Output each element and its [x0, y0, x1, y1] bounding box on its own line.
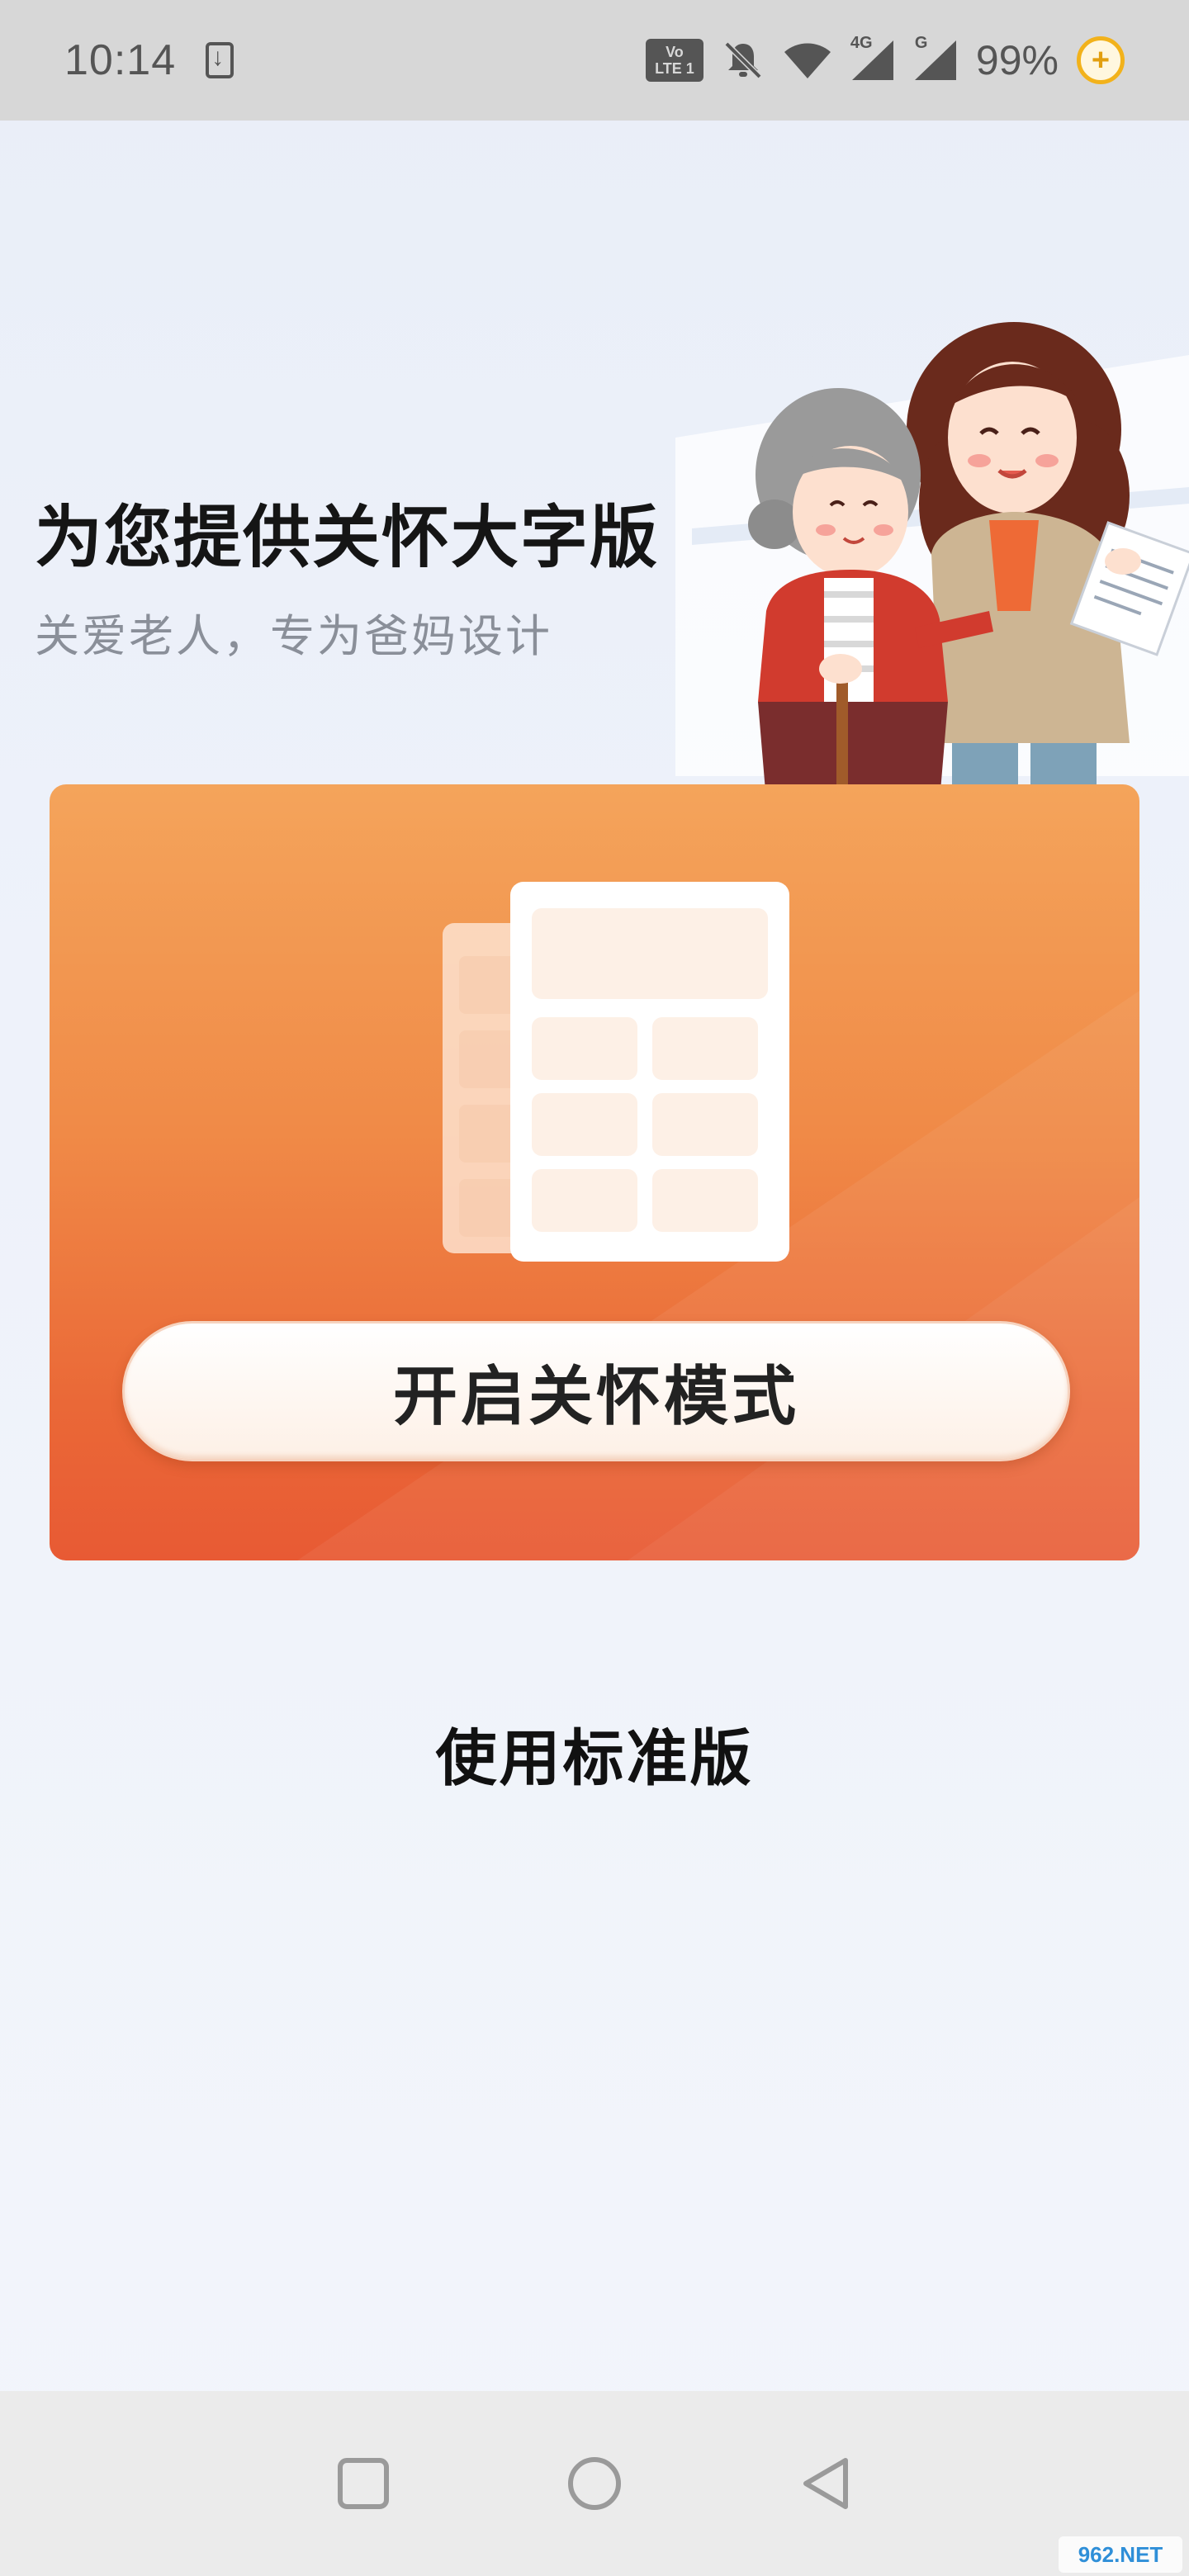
use-standard-version-link[interactable]: 使用标准版 — [0, 1709, 1189, 1797]
back-button[interactable] — [793, 2451, 859, 2517]
recent-apps-button[interactable] — [330, 2451, 396, 2517]
status-icons: Vo LTE 1 4G G 99% + — [645, 34, 1125, 84]
signal-icon: 4G — [850, 34, 895, 82]
large-text-layout-icon — [443, 882, 789, 1262]
watermark-logo: 962.NET — [1059, 2536, 1182, 2573]
wifi-icon — [783, 40, 832, 80]
triangle-back-icon — [803, 2458, 848, 2509]
home-button[interactable] — [561, 2451, 628, 2517]
elderly-care-illustration — [675, 322, 1189, 801]
care-mode-card: 开启关怀模式 — [50, 784, 1139, 1560]
system-nav-bar — [0, 2391, 1189, 2576]
bell-off-icon — [722, 39, 765, 82]
battery-saver-icon: + — [1077, 36, 1125, 84]
download-notification-icon — [206, 42, 234, 78]
battery-percent: 99% — [975, 37, 1059, 83]
volte-icon: Vo LTE 1 — [645, 39, 703, 82]
status-bar: 10:14 Vo LTE 1 4G — [0, 0, 1189, 121]
signal-icon: G — [913, 34, 958, 82]
page-title: 为您提供关怀大字版 — [35, 499, 660, 577]
status-time: 10:14 — [64, 36, 177, 84]
square-icon — [338, 2458, 389, 2509]
enable-care-mode-button[interactable]: 开启关怀模式 — [122, 1321, 1070, 1461]
page-subtitle: 关爱老人，专为爸妈设计 — [35, 610, 552, 662]
circle-icon — [568, 2457, 621, 2510]
